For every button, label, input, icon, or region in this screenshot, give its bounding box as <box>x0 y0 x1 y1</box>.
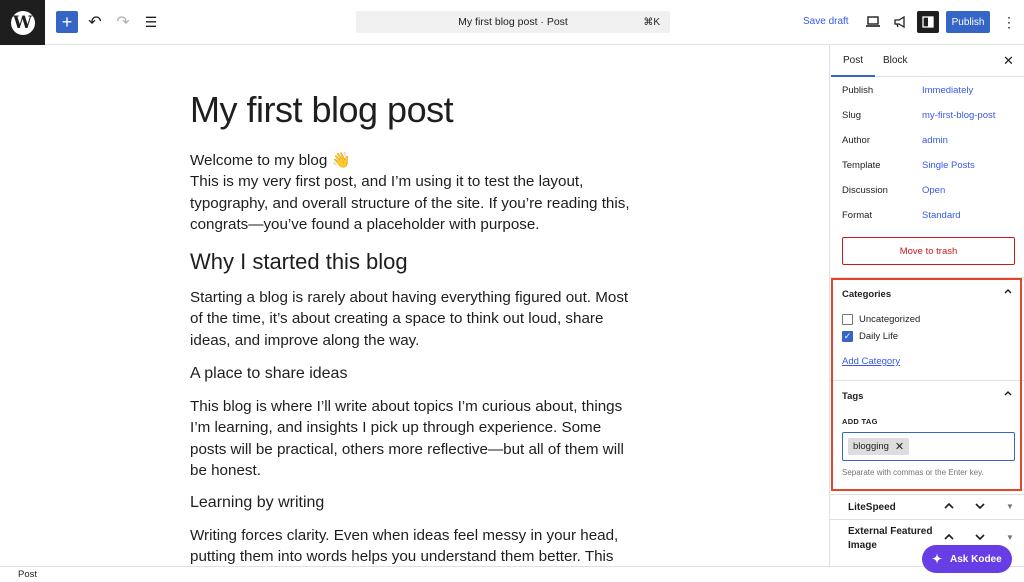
save-draft-button[interactable]: Save draft <box>803 16 849 27</box>
editor-canvas: My first blog post Welcome to my blog 👋 … <box>0 46 829 566</box>
chevron-down-icon[interactable] <box>974 501 986 514</box>
document-title: My first blog post · Post <box>458 16 568 28</box>
ask-kodee-button[interactable]: ✦ Ask Kodee <box>922 545 1012 573</box>
sparkle-icon: ✦ <box>931 552 943 566</box>
settings-sidebar: Post Block ✕ Publish Immediately Slug my… <box>829 45 1024 566</box>
meta-label: Publish <box>842 85 874 96</box>
close-icon[interactable]: ✕ <box>1003 53 1014 69</box>
chevron-up-icon[interactable] <box>943 532 955 545</box>
litespeed-panel-title[interactable]: LiteSpeed <box>848 502 896 513</box>
meta-format: Format Standard <box>842 210 1017 224</box>
tab-post[interactable]: Post <box>830 55 876 77</box>
meta-discussion: Discussion Open <box>842 185 1017 199</box>
divider <box>830 519 1024 520</box>
undo-icon[interactable]: ↶ <box>84 11 106 33</box>
wordpress-logo-button[interactable]: W <box>0 0 45 45</box>
add-block-button[interactable]: + <box>56 11 78 33</box>
preview-icon[interactable] <box>862 11 884 33</box>
paragraph-block[interactable]: This blog is where I’ll write about topi… <box>190 396 635 481</box>
editor-header: W + ↶ ↷ ☰ My first blog post · Post ⌘K S… <box>0 0 1024 45</box>
meta-label: Discussion <box>842 185 888 196</box>
settings-sidebar-toggle-icon[interactable] <box>917 11 939 33</box>
heading-block[interactable]: Why I started this blog <box>190 248 408 276</box>
more-options-icon[interactable]: ⋮ <box>998 11 1020 33</box>
meta-label: Format <box>842 210 873 221</box>
meta-label: Author <box>842 135 870 146</box>
intro-line: Welcome to my blog 👋 <box>190 152 351 169</box>
chevron-up-icon[interactable] <box>943 501 955 514</box>
meta-slug: Slug my-first-blog-post <box>842 110 1017 124</box>
discussion-link[interactable]: Open <box>922 185 945 196</box>
caret-down-icon[interactable]: ▼ <box>1006 502 1014 511</box>
author-link[interactable]: admin <box>922 135 948 146</box>
document-title-bar[interactable]: My first blog post · Post ⌘K <box>356 11 670 33</box>
meta-template: Template Single Posts <box>842 160 1017 174</box>
post-title[interactable]: My first blog post <box>190 88 454 132</box>
format-link[interactable]: Standard <box>922 210 961 221</box>
highlight-box <box>831 278 1022 491</box>
publish-button[interactable]: Publish <box>946 11 990 33</box>
subheading-block[interactable]: Learning by writing <box>190 492 324 514</box>
breadcrumb[interactable]: Post <box>18 569 37 580</box>
meta-publish: Publish Immediately <box>842 85 1017 99</box>
chevron-down-icon[interactable] <box>974 532 986 545</box>
paragraph-block[interactable]: Writing forces clarity. Even when ideas … <box>190 525 630 566</box>
sidebar-tabs: Post Block ✕ <box>830 45 1024 77</box>
tab-block[interactable]: Block <box>883 55 907 66</box>
meta-label: Template <box>842 160 881 171</box>
command-shortcut: ⌘K <box>643 16 660 28</box>
paragraph-block[interactable]: Welcome to my blog 👋 This is my very fir… <box>190 150 645 235</box>
publish-date-link[interactable]: Immediately <box>922 85 973 96</box>
divider <box>830 494 1024 495</box>
move-to-trash-button[interactable]: Move to trash <box>842 237 1015 265</box>
paragraph-block[interactable]: Starting a blog is rarely about having e… <box>190 287 645 351</box>
list-view-icon[interactable]: ☰ <box>140 11 162 33</box>
megaphone-icon[interactable] <box>889 11 911 33</box>
meta-label: Slug <box>842 110 862 121</box>
editor-footer: Post <box>0 566 1024 582</box>
ask-kodee-label: Ask Kodee <box>950 553 1002 565</box>
redo-icon[interactable]: ↷ <box>112 11 134 33</box>
meta-author: Author admin <box>842 135 1017 149</box>
slug-link[interactable]: my-first-blog-post <box>922 110 995 121</box>
wordpress-icon: W <box>10 10 35 35</box>
intro-text: This is my very first post, and I’m usin… <box>190 173 630 233</box>
subheading-block[interactable]: A place to share ideas <box>190 363 347 385</box>
caret-down-icon[interactable]: ▼ <box>1006 533 1014 542</box>
external-featured-image-panel-title[interactable]: External Featured Image <box>848 525 938 552</box>
template-link[interactable]: Single Posts <box>922 160 975 171</box>
